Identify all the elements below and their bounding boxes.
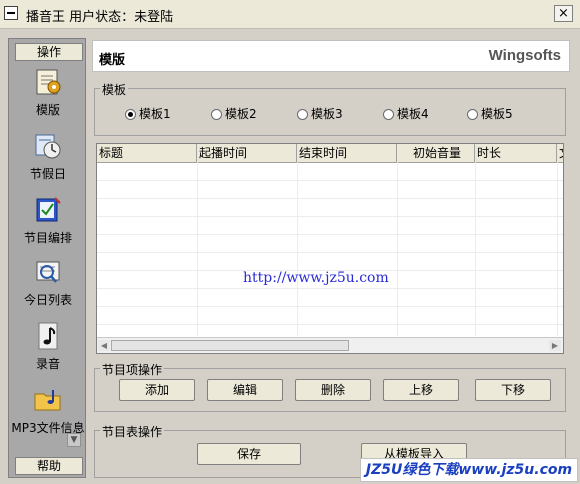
save-button[interactable]: 保存 (197, 443, 301, 465)
radio-label: 模板1 (139, 107, 171, 121)
table-column-line (557, 162, 558, 336)
table-row-line (97, 288, 563, 289)
brand-logo: Wingsofts (488, 47, 561, 64)
sidebar-item-today-list[interactable]: 今日列表 (9, 257, 87, 317)
calendar-clock-icon (35, 134, 61, 159)
scroll-left-icon[interactable]: ◀ (98, 340, 110, 351)
sidebar-item-label: 模版 (35, 103, 60, 117)
template-group-label: 模板 (100, 81, 129, 98)
program-table[interactable]: 标题 起播时间 结束时间 初始音量 时长 文 http://www.jz5u.c… (96, 143, 564, 354)
table-row-line (97, 180, 563, 181)
radio-label: 模板2 (225, 107, 257, 121)
radio-label: 模板3 (311, 107, 343, 121)
watermark-url: http://www.jz5u.com (243, 270, 389, 286)
table-column-line (475, 162, 476, 336)
table-row-line (97, 216, 563, 217)
template-radio-3[interactable]: 模板3 (297, 105, 343, 122)
column-header-volume[interactable]: 初始音量 (397, 144, 475, 162)
music-note-icon (38, 322, 58, 350)
column-header-more[interactable]: 文 (557, 144, 563, 162)
today-list-icon (36, 261, 60, 283)
sidebar-item-label: 今日列表 (23, 293, 72, 307)
folder-music-icon (34, 390, 61, 411)
template-icon (36, 69, 61, 95)
item-ops-label: 节目项操作 (100, 361, 165, 378)
table-header: 标题 起播时间 结束时间 初始音量 时长 文 (97, 144, 563, 163)
sidebar-item-label: 节目编排 (23, 231, 72, 245)
sidebar-scroll-down-icon[interactable]: ▼ (67, 433, 81, 447)
close-button[interactable]: × (554, 5, 573, 22)
radio-icon (383, 109, 394, 120)
table-ops-label: 节目表操作 (100, 423, 165, 440)
move-down-button[interactable]: 下移 (475, 379, 551, 401)
table-column-line (197, 162, 198, 336)
sidebar-item-schedule[interactable]: 节目编排 (9, 195, 87, 255)
column-header-title[interactable]: 标题 (97, 144, 197, 162)
system-menu-icon[interactable] (4, 6, 18, 20)
template-radio-2[interactable]: 模板2 (211, 105, 257, 122)
title-bar: 播音王 用户状态：未登陆 × (0, 0, 580, 29)
radio-label: 模板4 (397, 107, 429, 121)
radio-selected-icon (125, 109, 136, 120)
template-radio-5[interactable]: 模板5 (467, 105, 513, 122)
radio-icon (211, 109, 222, 120)
table-row-line (97, 252, 563, 253)
window-title: 播音王 用户状态：未登陆 (26, 10, 174, 25)
sidebar-item-label: 节假日 (29, 167, 66, 181)
template-group: 模板 模板1 模板2 模板3 模板4 模板5 (94, 81, 566, 136)
table-row-line (97, 324, 563, 325)
column-header-duration[interactable]: 时长 (475, 144, 557, 162)
table-row-line (97, 198, 563, 199)
help-button[interactable]: 帮助 (15, 457, 83, 475)
sidebar-item-label: 录音 (35, 357, 60, 371)
sidebar-item-holiday[interactable]: 节假日 (9, 131, 87, 191)
template-radio-1[interactable]: 模板1 (125, 105, 171, 122)
scroll-right-icon[interactable]: ▶ (549, 340, 561, 351)
horizontal-scrollbar[interactable]: ◀ ▶ (97, 337, 563, 353)
sidebar: 操作 模版 节假日 节目编排 今日列表 录音 MP3文件信息 ▼ 帮助 (8, 38, 86, 478)
radio-icon (297, 109, 308, 120)
page-title: 模版 (99, 53, 126, 68)
column-header-end[interactable]: 结束时间 (297, 144, 397, 162)
radio-label: 模板5 (481, 107, 513, 121)
sidebar-item-template[interactable]: 模版 (9, 67, 87, 127)
table-column-line (397, 162, 398, 336)
table-row-line (97, 234, 563, 235)
site-watermark: JZ5U绿色下载www.jz5u.com (360, 458, 578, 482)
scrollbar-thumb[interactable] (111, 340, 349, 351)
operations-button[interactable]: 操作 (15, 43, 83, 61)
edit-button[interactable]: 编辑 (207, 379, 283, 401)
radio-icon (467, 109, 478, 120)
item-ops-group: 节目项操作 添加 编辑 删除 上移 下移 (94, 361, 566, 412)
move-up-button[interactable]: 上移 (383, 379, 459, 401)
add-button[interactable]: 添加 (119, 379, 195, 401)
delete-button[interactable]: 删除 (295, 379, 371, 401)
sidebar-item-record[interactable]: 录音 (9, 321, 87, 381)
column-header-start[interactable]: 起播时间 (197, 144, 297, 162)
table-column-line (297, 162, 298, 336)
template-radio-4[interactable]: 模板4 (383, 105, 429, 122)
schedule-icon (36, 197, 61, 222)
table-row-line (97, 306, 563, 307)
page-header: 模版 Wingsofts (92, 40, 570, 72)
